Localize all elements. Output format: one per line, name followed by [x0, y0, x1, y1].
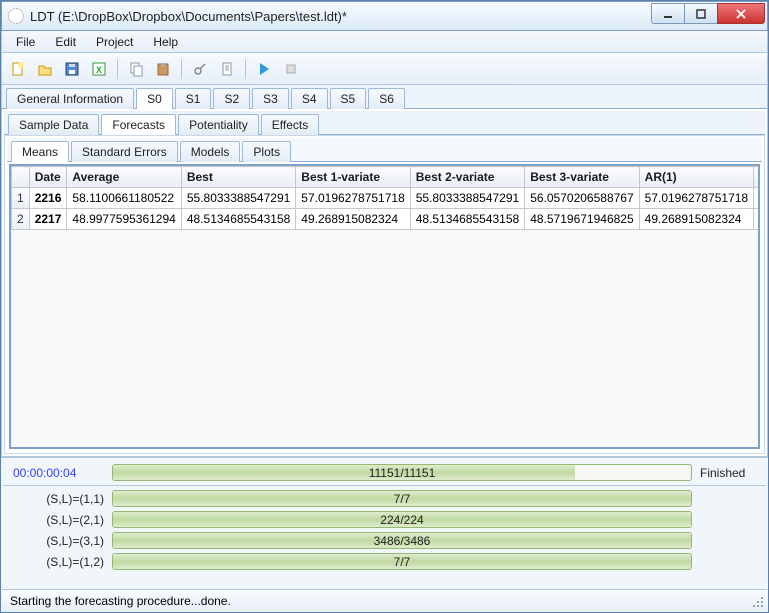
main-progress-text: 11151/11151 — [113, 465, 691, 480]
col-best-2-variate[interactable]: Best 2-variate — [410, 167, 524, 188]
toolbar: X — [1, 53, 768, 85]
status-bar: Starting the forecasting procedure...don… — [2, 589, 767, 611]
menu-project[interactable]: Project — [86, 32, 143, 52]
paste-button[interactable] — [151, 57, 175, 81]
cell[interactable]: 56.0570206588767 — [525, 188, 639, 209]
save-button[interactable] — [60, 57, 84, 81]
stop-button[interactable] — [279, 57, 303, 81]
col-average[interactable]: Average — [67, 167, 181, 188]
main-progress-bar: 11151/11151 — [112, 464, 692, 481]
resize-grip[interactable] — [751, 595, 765, 609]
outer-tab-s1[interactable]: S1 — [175, 88, 212, 109]
inner-tab-models[interactable]: Models — [180, 141, 241, 162]
settings-button[interactable] — [188, 57, 212, 81]
outer-tab-s3[interactable]: S3 — [252, 88, 289, 109]
cell[interactable]: 57.0196278751718 — [639, 188, 753, 209]
sub-progress-bar: 3486/3486 — [112, 532, 692, 549]
cell[interactable]: 57.0196278751718 — [296, 188, 410, 209]
cell[interactable]: 48.5134685543158 — [181, 209, 295, 230]
inner-tab-standard-errors[interactable]: Standard Errors — [71, 141, 178, 162]
doc-button[interactable] — [215, 57, 239, 81]
mid-tab-forecasts[interactable]: Forecasts — [101, 114, 176, 135]
col-best[interactable]: Best — [181, 167, 295, 188]
outer-tab-strip: General InformationS0S1S2S3S4S5S6 — [1, 85, 768, 109]
cell[interactable]: 49.268915082324 — [639, 209, 753, 230]
outer-tab-general-information[interactable]: General Information — [6, 88, 134, 109]
app-icon — [8, 8, 24, 24]
new-button[interactable] — [6, 57, 30, 81]
sub-prog-label: (S,L)=(2,1) — [9, 513, 104, 527]
main-progress-status: Finished — [700, 466, 760, 480]
inner-tab-means[interactable]: Means — [11, 141, 69, 162]
progress-area: 00:00:00:04 11151/11151 Finished (S,L)=(… — [1, 457, 768, 574]
minimize-button[interactable] — [651, 3, 685, 24]
menu-file[interactable]: File — [6, 32, 45, 52]
row-number: 2 — [12, 209, 30, 230]
cell[interactable]: 49.268915082324 — [296, 209, 410, 230]
cell-date[interactable]: 2217 — [29, 209, 67, 230]
mid-tab-sample-data[interactable]: Sample Data — [8, 114, 99, 135]
outer-tab-s6[interactable]: S6 — [368, 88, 405, 109]
col-ar-1-[interactable]: AR(1) — [639, 167, 753, 188]
svg-text:X: X — [96, 65, 102, 75]
outer-tab-s0[interactable]: S0 — [136, 88, 173, 109]
col-best-1-variate[interactable]: Best 1-variate — [296, 167, 410, 188]
table-row[interactable]: 2221748.997759536129448.513468554315849.… — [12, 209, 761, 230]
outer-tab-s5[interactable]: S5 — [330, 88, 367, 109]
menu-edit[interactable]: Edit — [45, 32, 86, 52]
col-date[interactable]: Date — [29, 167, 67, 188]
mid-tab-effects[interactable]: Effects — [261, 114, 319, 135]
sub-progress-bar: 7/7 — [112, 553, 692, 570]
copy-button[interactable] — [124, 57, 148, 81]
cell-date[interactable]: 2216 — [29, 188, 67, 209]
sub-progress-text: 3486/3486 — [113, 533, 691, 548]
sub-prog-label: (S,L)=(3,1) — [9, 534, 104, 548]
cell[interactable]: 48.9977595361294 — [67, 209, 181, 230]
cell[interactable]: 48.5719671946825 — [525, 209, 639, 230]
cell[interactable]: 55.8033388547291 — [410, 188, 524, 209]
inner-tab-strip: MeansStandard ErrorsModelsPlots — [7, 138, 762, 162]
inner-tab-plots[interactable]: Plots — [242, 141, 291, 162]
titlebar[interactable]: LDT (E:\DropBox\Dropbox\Documents\Papers… — [1, 1, 768, 31]
open-button[interactable] — [33, 57, 57, 81]
mid-tab-potentiality[interactable]: Potentiality — [178, 114, 259, 135]
row-number: 1 — [12, 188, 30, 209]
sub-progress-bar: 7/7 — [112, 490, 692, 507]
outer-tab-s2[interactable]: S2 — [213, 88, 250, 109]
sub-progress-bar: 224/224 — [112, 511, 692, 528]
menu-help[interactable]: Help — [143, 32, 188, 52]
col-best-3-variate[interactable]: Best 3-variate — [525, 167, 639, 188]
cell[interactable]: 55.8033388547291 — [181, 188, 295, 209]
sub-prog-label: (S,L)=(1,2) — [9, 555, 104, 569]
status-text: Starting the forecasting procedure...don… — [10, 594, 231, 608]
sub-prog-label: (S,L)=(1,1) — [9, 492, 104, 506]
timer-label: 00:00:00:04 — [9, 466, 104, 480]
cell[interactable]: 58.1100661180522 — [67, 188, 181, 209]
outer-tab-s4[interactable]: S4 — [291, 88, 328, 109]
menubar: File Edit Project Help — [1, 31, 768, 53]
run-button[interactable] — [252, 57, 276, 81]
close-button[interactable] — [717, 3, 765, 24]
forecast-table: DateAverageBestBest 1-variateBest 2-vari… — [11, 166, 760, 230]
data-grid[interactable]: DateAverageBestBest 1-variateBest 2-vari… — [9, 164, 760, 449]
excel-button[interactable]: X — [87, 57, 111, 81]
maximize-button[interactable] — [684, 3, 718, 24]
cell[interactable]: 48.5134685543158 — [410, 209, 524, 230]
mid-tab-strip: Sample DataForecastsPotentialityEffects — [4, 111, 765, 135]
sub-progress-text: 224/224 — [113, 512, 691, 527]
sub-progress-text: 7/7 — [113, 491, 691, 506]
table-row[interactable]: 1221658.110066118052255.803338854729157.… — [12, 188, 761, 209]
sub-progress-text: 7/7 — [113, 554, 691, 569]
